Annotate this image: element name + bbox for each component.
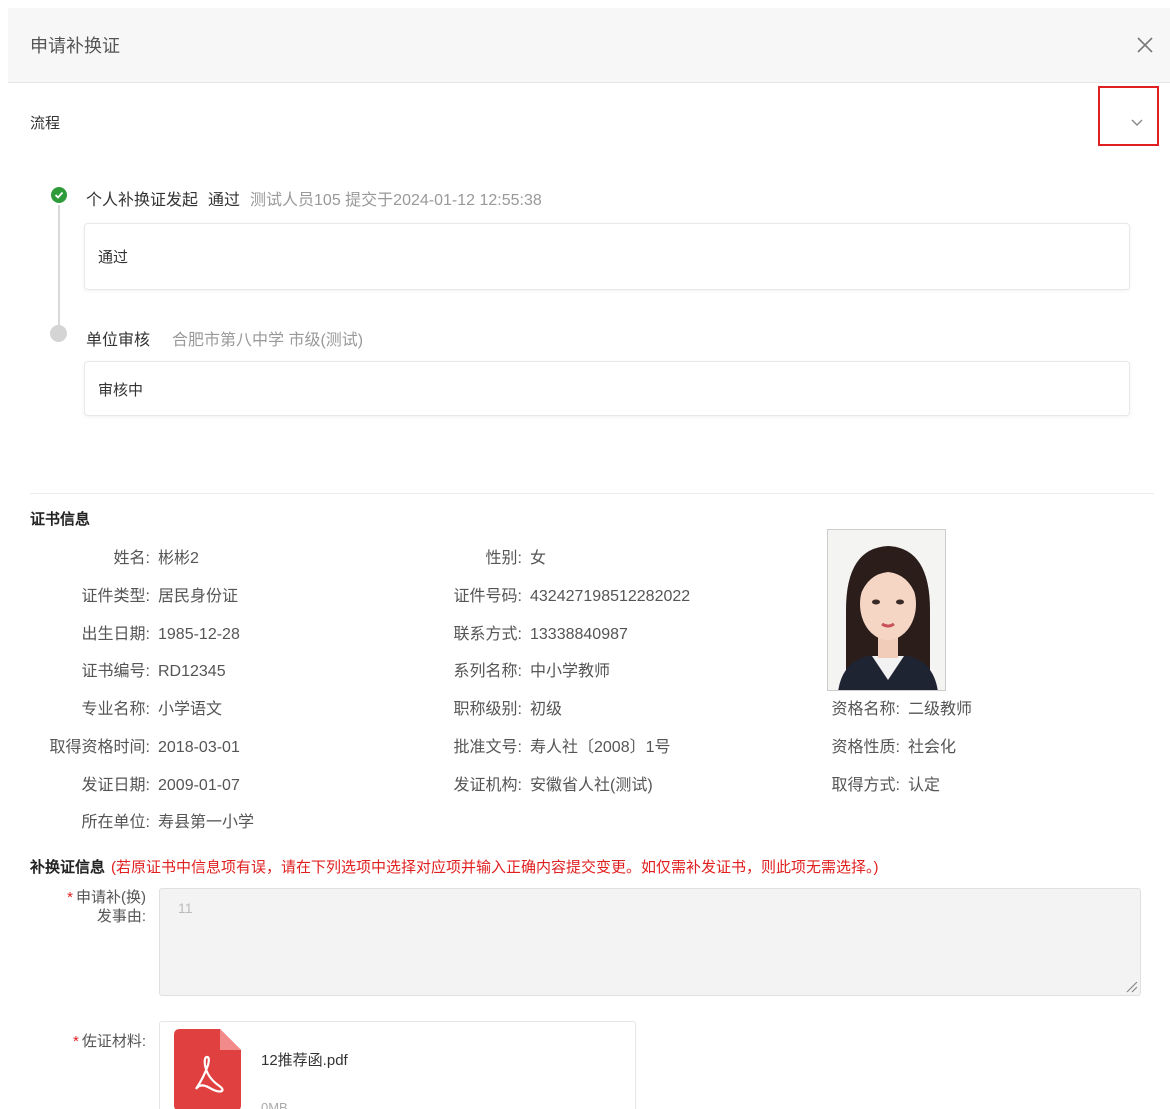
material-label: * 佐证材料: [72, 1033, 146, 1050]
flow-collapse-button[interactable] [1098, 86, 1159, 146]
flow-step-1: 个人补换证发起 通过 测试人员105 提交于2024-01-12 12:55:38 [86, 186, 542, 210]
close-button[interactable] [1130, 30, 1160, 60]
field-unit: 所在单位: 寿县第一小学 [81, 814, 255, 831]
field-major: 专业名称: 小学语文 [81, 701, 223, 718]
replace-section-title: 补换证信息 (若原证书中信息项有误，请在下列选项中选择对应项并输入正确内容提交变更… [30, 856, 879, 877]
step-meta: 测试人员105 提交于2024-01-12 12:55:38 [250, 192, 542, 209]
step-status: 通过 [208, 192, 241, 209]
step-name: 单位审核 [86, 332, 151, 349]
replace-note: (若原证书中信息项有误，请在下列选项中选择对应项并输入正确内容提交变更。如仅需补… [111, 859, 879, 876]
field-qual-time: 取得资格时间: 2018-03-01 [49, 739, 240, 756]
flow-step-2: 单位审核 合肥市第八中学 市级(测试) [86, 326, 363, 350]
field-series: 系列名称: 中小学教师 [453, 663, 611, 680]
field-name: 姓名: 彬彬2 [113, 550, 199, 567]
reason-value: 11 [178, 900, 193, 916]
reason-textarea[interactable]: 11 [159, 888, 1141, 996]
field-issuer: 发证机构: 安徽省人社(测试) [453, 777, 653, 794]
pending-dot-icon [50, 325, 67, 342]
resize-grip-icon[interactable] [1124, 979, 1138, 993]
dialog-title: 申请补换证 [30, 36, 120, 56]
step-comment: 审核中 [98, 382, 144, 399]
field-qual-nature: 资格性质: 社会化 [831, 739, 957, 756]
field-birth: 出生日期: 1985-12-28 [81, 626, 240, 643]
field-id-no: 证件号码: 432427198512282022 [453, 588, 691, 605]
field-cert-no: 证书编号: RD12345 [81, 663, 226, 680]
step-comment-box: 审核中 [84, 361, 1130, 416]
step-name: 个人补换证发起 [86, 192, 199, 209]
timeline-line [58, 205, 60, 330]
field-qual-name: 资格名称: 二级教师 [831, 701, 973, 718]
portrait-image [828, 530, 945, 690]
step-comment-box: 通过 [84, 223, 1130, 290]
file-name[interactable]: 12推荐函.pdf [261, 1049, 348, 1070]
field-phone: 联系方式: 13338840987 [453, 626, 628, 643]
field-issue-date: 发证日期: 2009-01-07 [81, 777, 240, 794]
dialog-header: 申请补换证 [8, 8, 1170, 83]
flow-label: 流程 [30, 115, 61, 132]
reason-label: * 申请补(换) 发事由: [67, 889, 146, 925]
chevron-down-icon [1131, 119, 1143, 126]
step-comment: 通过 [98, 249, 129, 266]
close-icon [1137, 37, 1153, 53]
file-size: 0MB [261, 1100, 288, 1109]
field-obtain-way: 取得方式: 认定 [831, 777, 941, 794]
field-gender: 性别: 女 [485, 550, 547, 567]
id-photo [827, 529, 946, 691]
field-approval-no: 批准文号: 寿人社〔2008〕1号 [453, 739, 671, 756]
pdf-file-icon [174, 1029, 241, 1109]
divider [30, 493, 1154, 494]
attachment-card[interactable]: 12推荐函.pdf 0MB [159, 1021, 636, 1109]
check-circle-icon [51, 187, 67, 203]
step-meta: 合肥市第八中学 市级(测试) [172, 332, 364, 349]
field-id-type: 证件类型: 居民身份证 [81, 588, 239, 605]
field-title-level: 职称级别: 初级 [453, 701, 563, 718]
cert-section-title: 证书信息 [30, 511, 91, 528]
replace-title: 补换证信息 [30, 859, 106, 876]
